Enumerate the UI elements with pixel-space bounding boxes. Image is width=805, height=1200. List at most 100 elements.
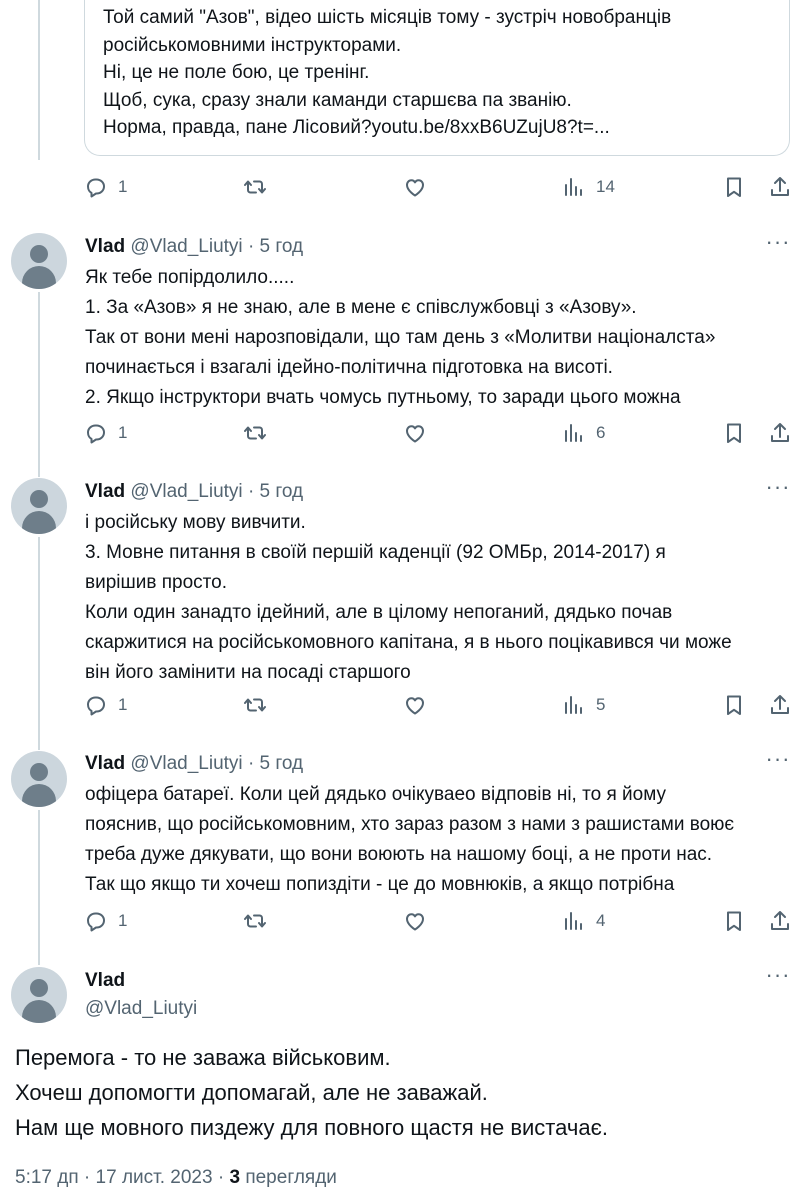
- tweet-time[interactable]: 5:17 дп: [15, 1167, 79, 1188]
- default-avatar-icon: [30, 979, 48, 997]
- views-count: 3: [229, 1167, 241, 1188]
- tweet-header: Vlad @Vlad_Liutyi · 5 год: [85, 752, 303, 776]
- repost-icon: [244, 180, 266, 194]
- like-button[interactable]: [403, 418, 427, 448]
- share-button[interactable]: [768, 690, 792, 720]
- tweet-time[interactable]: 5 год: [260, 753, 304, 774]
- reply-button[interactable]: 1: [84, 172, 127, 202]
- author-name[interactable]: Vlad: [85, 236, 125, 257]
- tweet-text: офіцера батареї. Коли цей дядько очікува…: [85, 780, 734, 900]
- tweet-actions: 1 14: [0, 172, 805, 202]
- repost-button[interactable]: [243, 690, 267, 720]
- views-button[interactable]: 4: [562, 906, 605, 936]
- avatar[interactable]: [11, 967, 67, 1023]
- heart-icon: [406, 697, 424, 715]
- reply-count: 1: [118, 177, 128, 196]
- tweet-text-line: офіцера батареї. Коли цей дядько очікува…: [85, 784, 666, 805]
- views-button[interactable]: 14: [562, 172, 615, 202]
- repost-icon: [244, 426, 266, 440]
- default-avatar-icon: [30, 245, 48, 263]
- reply-icon: [87, 424, 105, 444]
- share-icon: [771, 695, 789, 714]
- tweet-time[interactable]: 5 год: [260, 481, 304, 502]
- like-button[interactable]: [403, 690, 427, 720]
- avatar[interactable]: [11, 751, 67, 807]
- avatar[interactable]: [11, 233, 67, 289]
- reply-button[interactable]: 1: [84, 690, 127, 720]
- tweet-text-line: Так от вони мені нарозповідали, що там д…: [85, 327, 716, 348]
- quoted-tweet-card[interactable]: Той самий "Азов", відео шість місяців то…: [84, 0, 790, 156]
- views-icon: [565, 178, 582, 196]
- bookmark-button[interactable]: [722, 418, 746, 448]
- repost-icon: [244, 698, 266, 712]
- tweet-time[interactable]: 5 год: [260, 236, 304, 257]
- bookmark-button[interactable]: [722, 906, 746, 936]
- bookmark-icon: [727, 911, 741, 931]
- reply-count: 1: [118, 423, 128, 442]
- author-handle[interactable]: @Vlad_Liutyi: [85, 996, 197, 1022]
- tweet-actions: 1 4: [0, 906, 805, 936]
- quoted-tweet-line: Ні, це не поле бою, це тренінг.: [103, 62, 370, 83]
- share-button[interactable]: [768, 418, 792, 448]
- tweet-text-line: 1. За «Азов» я не знаю, але в мене є спі…: [85, 297, 637, 318]
- tweet-text-line: він його замінити на посаді старшого: [85, 662, 411, 683]
- bookmark-button[interactable]: [722, 690, 746, 720]
- author-name[interactable]: Vlad: [85, 481, 125, 502]
- reply-button[interactable]: 1: [84, 906, 127, 936]
- separator-dot: ·: [217, 1167, 225, 1188]
- separator-dot: ·: [247, 236, 255, 257]
- more-icon[interactable]: ···: [763, 476, 793, 504]
- views-count: 5: [596, 695, 606, 714]
- tweet-date[interactable]: 17 лист. 2023: [96, 1167, 213, 1188]
- reply-icon: [87, 696, 105, 716]
- tweet-text-line: вирішив просто.: [85, 572, 227, 593]
- avatar[interactable]: [11, 478, 67, 534]
- reply-count: 1: [118, 695, 128, 714]
- author-name[interactable]: Vlad: [85, 753, 125, 774]
- share-icon: [771, 423, 789, 442]
- bookmark-button[interactable]: [722, 172, 746, 202]
- thread-line: [38, 810, 40, 965]
- tweet-text-line: 3. Мовне питання в своїй першій каденції…: [85, 542, 666, 563]
- views-label: перегляди: [245, 1167, 337, 1188]
- thread-line: [38, 292, 40, 477]
- share-button[interactable]: [768, 172, 792, 202]
- author-handle[interactable]: @Vlad_Liutyi: [130, 481, 242, 502]
- author-handle[interactable]: @Vlad_Liutyi: [130, 753, 242, 774]
- views-button[interactable]: 5: [562, 690, 605, 720]
- tweet-actions: 1 5: [0, 690, 805, 720]
- heart-icon: [406, 913, 424, 931]
- quoted-tweet-line: Щоб, сука, сразу знали каманди старшєва …: [103, 89, 572, 111]
- more-icon[interactable]: ···: [763, 748, 793, 776]
- views-count: 14: [596, 177, 615, 196]
- separator-dot: ·: [83, 1167, 91, 1188]
- like-button[interactable]: [403, 906, 427, 936]
- like-button[interactable]: [403, 172, 427, 202]
- tweet-text-line: Хочеш допомогти допомагай, але не заважа…: [15, 1080, 488, 1105]
- quoted-tweet-line: російськомовними інструкторами.: [103, 34, 402, 56]
- author-handle[interactable]: @Vlad_Liutyi: [130, 236, 242, 257]
- tweet-header: Vlad @Vlad_Liutyi · 5 год: [85, 480, 303, 504]
- heart-icon: [406, 179, 424, 197]
- tweet-text-line: скаржитися на російськомовного капітана,…: [85, 632, 732, 653]
- more-icon[interactable]: ···: [763, 231, 793, 259]
- reply-button[interactable]: 1: [84, 418, 127, 448]
- views-button[interactable]: 6: [562, 418, 605, 448]
- quoted-tweet-line: Той самий "Азов", відео шість місяців то…: [103, 7, 672, 28]
- main-tweet-text: Перемога - то не заважа військовим. Хоче…: [15, 1040, 608, 1145]
- tweet-text-line: пояснив, що російськомовним, хто зараз р…: [85, 814, 735, 835]
- reply-icon: [87, 178, 105, 198]
- separator-dot: ·: [247, 481, 255, 502]
- reply-icon: [87, 912, 105, 932]
- tweet-text-line: Так що якщо ти хочеш попиздіти - це до м…: [85, 874, 675, 895]
- tweet-text-line: Нам ще мовного пиздежу для повного щастя…: [15, 1115, 608, 1140]
- repost-button[interactable]: [243, 906, 267, 936]
- repost-button[interactable]: [243, 172, 267, 202]
- more-icon[interactable]: ···: [763, 964, 793, 992]
- repost-button[interactable]: [243, 418, 267, 448]
- tweet-text-line: Як тебе попірдолило.....: [85, 267, 295, 288]
- tweet-meta: 5:17 дп · 17 лист. 2023 · 3 перегляди: [15, 1164, 337, 1192]
- thread-line: [38, 0, 40, 160]
- share-button[interactable]: [768, 906, 792, 936]
- author-name[interactable]: Vlad: [85, 968, 125, 994]
